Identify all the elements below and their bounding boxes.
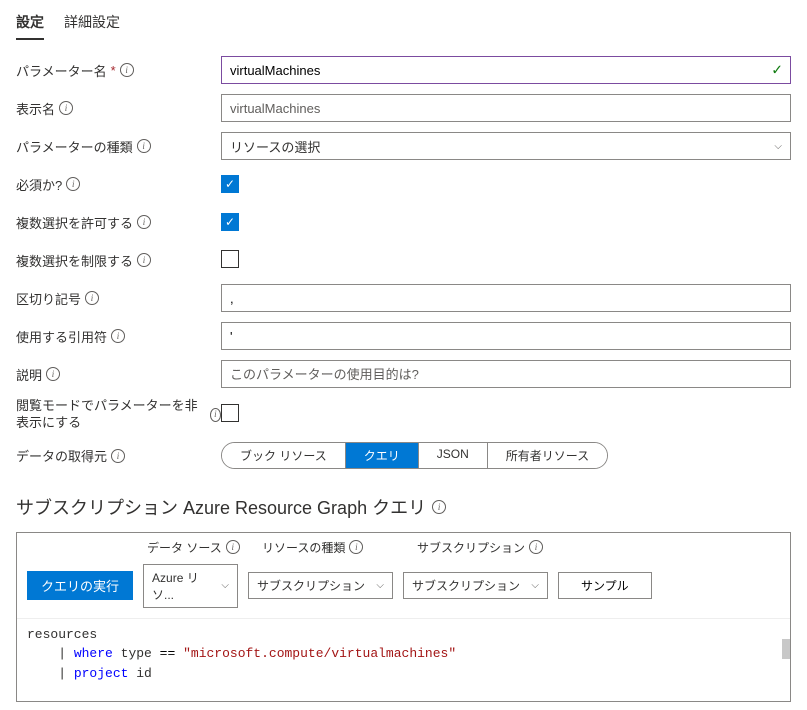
label-allow-multi: 複数選択を許可する	[16, 213, 133, 232]
info-icon[interactable]: i	[137, 215, 151, 229]
label-required: 必須か?	[16, 175, 62, 194]
pill-owner[interactable]: 所有者リソース	[488, 443, 607, 468]
label-quote: 使用する引用符	[16, 327, 107, 346]
label-description: 説明	[16, 365, 42, 384]
query-editor[interactable]: resources | where type == "microsoft.com…	[17, 618, 790, 702]
required-checkbox[interactable]: ✓	[221, 175, 239, 193]
sample-button[interactable]: サンプル	[558, 572, 652, 599]
label-limit-multi: 複数選択を制限する	[16, 251, 133, 270]
tab-advanced[interactable]: 詳細設定	[64, 8, 120, 40]
info-icon[interactable]: i	[85, 291, 99, 305]
label-param-name: パラメーター名	[16, 61, 107, 80]
datasource-select[interactable]: Azure リソ...⌵	[143, 564, 238, 608]
section-title: サブスクリプション Azure Resource Graph クエリ i	[16, 494, 791, 520]
info-icon[interactable]: i	[66, 177, 80, 191]
required-asterisk: *	[111, 63, 116, 78]
info-icon[interactable]: i	[226, 540, 240, 554]
checkmark-icon: ✓	[771, 62, 783, 79]
display-name-input[interactable]	[221, 94, 791, 122]
label-param-type: パラメーターの種類	[16, 137, 133, 156]
info-icon[interactable]: i	[137, 253, 151, 267]
info-icon[interactable]: i	[46, 367, 60, 381]
info-icon[interactable]: i	[210, 408, 221, 422]
label-delimiter: 区切り記号	[16, 289, 81, 308]
resourcetype-label: リソースの種類	[262, 539, 345, 556]
description-input[interactable]	[221, 360, 791, 388]
tab-settings[interactable]: 設定	[16, 8, 44, 40]
allow-multi-checkbox[interactable]: ✓	[221, 213, 239, 231]
info-icon[interactable]: i	[59, 101, 73, 115]
info-icon[interactable]: i	[137, 139, 151, 153]
scrollbar-thumb[interactable]	[782, 639, 790, 659]
chevron-down-icon: ⌵	[221, 580, 229, 591]
chevron-down-icon: ⌵	[376, 580, 384, 591]
hide-reader-checkbox[interactable]	[221, 404, 239, 422]
pill-book[interactable]: ブック リソース	[222, 443, 346, 468]
query-box: データ ソース i リソースの種類 i サブスクリプション i クエリの実行 A…	[16, 532, 791, 703]
datasource-label: データ ソース	[147, 539, 222, 556]
info-icon[interactable]: i	[529, 540, 543, 554]
data-from-group: ブック リソース クエリ JSON 所有者リソース	[221, 442, 608, 469]
delimiter-input[interactable]	[221, 284, 791, 312]
info-icon[interactable]: i	[111, 449, 125, 463]
label-hide-reader: 閲覧モードでパラメーターを非表示にする	[16, 398, 206, 432]
tabs: 設定 詳細設定	[16, 8, 791, 40]
param-type-select[interactable]: リソースの選択⌵	[221, 132, 791, 160]
chevron-down-icon: ⌵	[774, 141, 782, 152]
subscription-select[interactable]: サブスクリプション⌵	[403, 572, 548, 599]
run-query-button[interactable]: クエリの実行	[27, 571, 133, 600]
label-display-name: 表示名	[16, 99, 55, 118]
info-icon[interactable]: i	[349, 540, 363, 554]
pill-query[interactable]: クエリ	[346, 443, 419, 468]
label-data-from: データの取得元	[16, 446, 107, 465]
chevron-down-icon: ⌵	[531, 580, 539, 591]
info-icon[interactable]: i	[120, 63, 134, 77]
resourcetype-select[interactable]: サブスクリプション⌵	[248, 572, 393, 599]
pill-json[interactable]: JSON	[419, 443, 488, 468]
subscription-label: サブスクリプション	[417, 539, 525, 556]
quote-input[interactable]	[221, 322, 791, 350]
info-icon[interactable]: i	[432, 500, 446, 514]
param-name-input[interactable]	[221, 56, 791, 84]
info-icon[interactable]: i	[111, 329, 125, 343]
limit-multi-checkbox[interactable]	[221, 250, 239, 268]
